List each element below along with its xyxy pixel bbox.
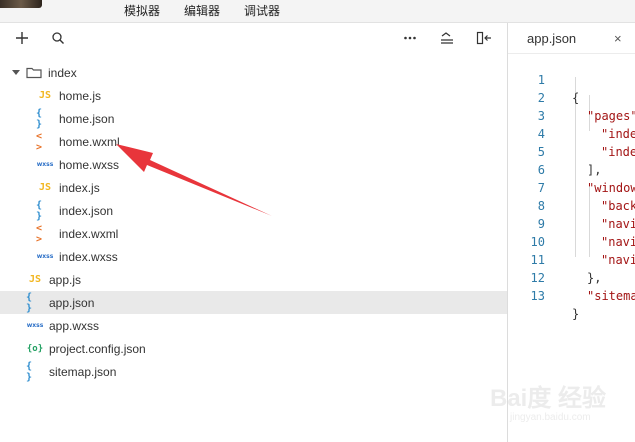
js-file-icon: JS (38, 90, 52, 101)
code-line: 12 "sitema (508, 251, 635, 303)
file-item[interactable]: JS home.js (0, 84, 543, 107)
file-item[interactable]: wxss home.wxss (0, 153, 543, 176)
wxml-file-icon: < > (36, 130, 43, 153)
folder-label: index (48, 65, 77, 80)
json-file-icon: { } (36, 107, 43, 130)
code-line: 9 "navi (508, 197, 635, 249)
file-item-selected[interactable]: { } app.json (0, 291, 533, 314)
file-label: app.js (49, 272, 82, 287)
code-line: 6 "window (508, 143, 635, 195)
close-icon[interactable]: × (614, 31, 622, 46)
file-label: home.js (59, 88, 102, 103)
folder-index[interactable]: index (0, 61, 519, 84)
avatar[interactable] (0, 0, 42, 8)
file-label: home.wxss (59, 157, 120, 172)
config-file-icon: {o} (26, 343, 44, 354)
watermark-logo: Bai度 经验 (490, 385, 607, 412)
wxss-file-icon: wxss (26, 322, 44, 329)
ellipsis-icon[interactable] (400, 28, 420, 48)
wxml-file-icon: < > (36, 222, 43, 245)
menu-simulator[interactable]: 模拟器 (124, 2, 160, 19)
file-item[interactable]: { } index.json (0, 199, 543, 222)
code-line: 4 "inde (508, 107, 635, 159)
plus-icon[interactable] (12, 28, 32, 48)
code-line: 8 "navi (508, 179, 635, 231)
wxss-file-icon: wxss (36, 161, 54, 168)
file-label: index.js (59, 180, 100, 195)
menu-debugger[interactable]: 调试器 (244, 2, 280, 19)
file-item[interactable]: < > home.wxml (0, 130, 543, 153)
folder-icon (26, 66, 42, 79)
file-item[interactable]: JS app.js (0, 268, 533, 291)
chevron-down-icon (12, 70, 20, 75)
tab-title: app.json (527, 31, 577, 46)
code-line: 2 "pages" (508, 71, 635, 123)
file-item[interactable]: wxss index.wxss (0, 245, 543, 268)
file-label: project.config.json (49, 341, 146, 356)
file-explorer: index JS home.js { } home.json < > home.… (0, 23, 533, 442)
code-text: "sitema (587, 289, 635, 303)
editor-tab[interactable]: app.json × (508, 23, 635, 54)
file-label: home.wxml (59, 134, 120, 149)
js-file-icon: JS (28, 274, 42, 285)
code-line: 11 }, (508, 233, 635, 285)
watermark-url: jingyan.baidu.com (510, 412, 591, 423)
file-item[interactable]: < > index.wxml (0, 222, 543, 245)
wxss-file-icon: wxss (36, 253, 54, 260)
code-line: 3 "inde (508, 89, 635, 141)
file-item[interactable]: { } sitemap.json (0, 360, 533, 383)
code-line: 10 "navi (508, 215, 635, 267)
file-label: home.json (59, 111, 115, 126)
file-label: app.wxss (49, 318, 100, 333)
file-item[interactable]: {o} project.config.json (0, 337, 533, 360)
file-label: sitemap.json (49, 364, 117, 379)
json-file-icon: { } (26, 360, 33, 383)
file-item[interactable]: { } home.json (0, 107, 543, 130)
search-icon[interactable] (48, 28, 68, 48)
file-item[interactable]: wxss app.wxss (0, 314, 533, 337)
file-item[interactable]: JS index.js (0, 176, 543, 199)
panel-toggle-icon[interactable] (474, 28, 494, 48)
code-text: } (572, 307, 580, 321)
explorer-toolbar (0, 23, 507, 53)
file-label: index.json (59, 203, 114, 218)
js-file-icon: JS (38, 182, 52, 193)
json-file-icon: { } (26, 291, 33, 314)
menu-editor[interactable]: 编辑器 (184, 2, 220, 19)
file-label: index.wxss (59, 249, 118, 264)
code-line: 5 ], (508, 125, 635, 177)
collapse-icon[interactable] (437, 28, 457, 48)
line-number: 13 (530, 289, 545, 303)
file-label: index.wxml (59, 226, 119, 241)
baidu-watermark: Bai度 经验 jingyan.baidu.com (480, 378, 630, 438)
file-label: app.json (49, 295, 95, 310)
json-file-icon: { } (36, 199, 43, 222)
code-line: 13 } (508, 269, 635, 321)
code-line: 1 { (508, 53, 635, 105)
code-line: 7 "back (508, 161, 635, 213)
top-menu-bar: 模拟器 编辑器 调试器 (0, 0, 635, 23)
